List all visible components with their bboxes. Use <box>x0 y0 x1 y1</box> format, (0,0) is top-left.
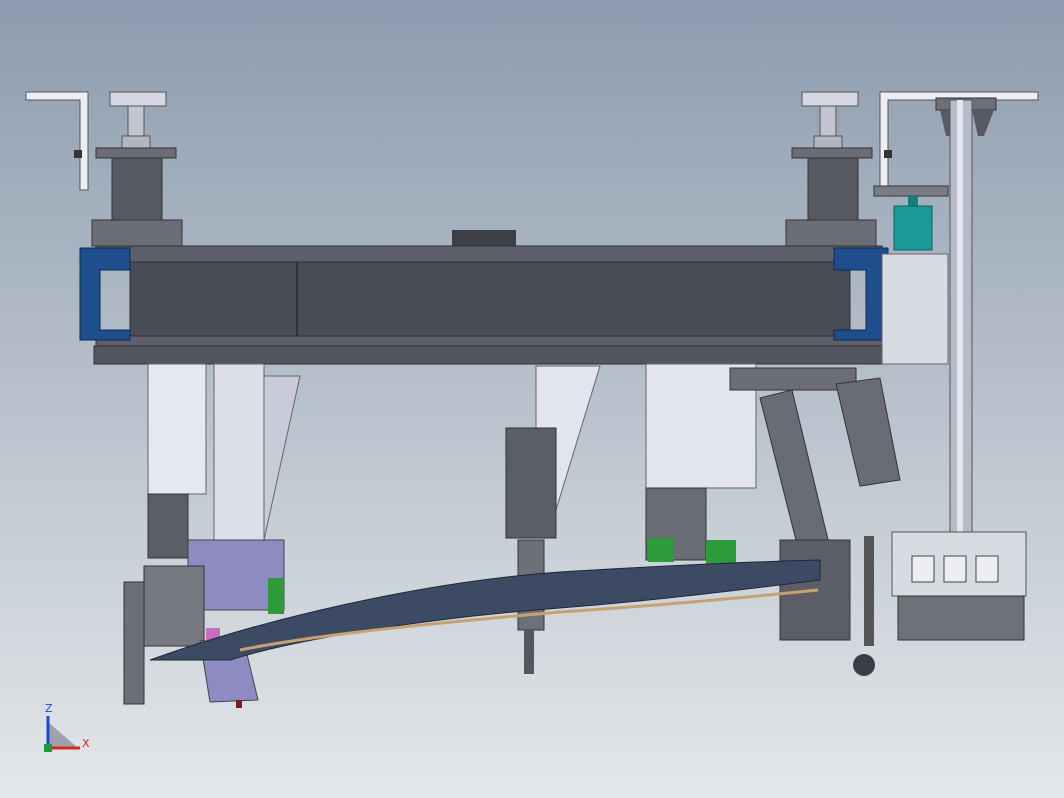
right-clamp-station <box>645 363 901 676</box>
axis-triad-origin <box>44 744 52 752</box>
right-screw-jack <box>785 91 877 247</box>
main-beam <box>79 230 949 365</box>
lower-right-box <box>891 531 1027 641</box>
center-clamp-station <box>505 365 601 674</box>
axis-x-label: X <box>82 737 90 750</box>
left-screw-jack <box>91 91 183 247</box>
cad-viewport[interactable]: Z X <box>0 0 1064 798</box>
axis-triad <box>44 716 80 752</box>
axis-triad-y <box>48 722 78 748</box>
teal-sensor <box>873 185 949 251</box>
axis-z-label: Z <box>45 702 53 715</box>
left-angle-bracket <box>25 91 89 191</box>
fixture-assembly-model[interactable] <box>0 0 1064 798</box>
